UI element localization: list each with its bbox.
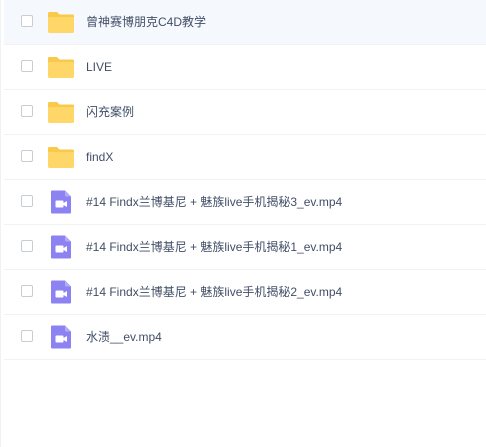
file-name[interactable]: #14 Findx兰博基尼 + 魅族live手机揭秘1_ev.mp4 <box>86 239 342 255</box>
folder-row[interactable]: findX <box>4 135 486 180</box>
empty-area <box>4 360 486 447</box>
row-checkbox[interactable] <box>21 15 33 27</box>
video-file-icon <box>47 190 75 214</box>
row-checkbox[interactable] <box>21 330 33 342</box>
file-row[interactable]: #14 Findx兰博基尼 + 魅族live手机揭秘1_ev.mp4 <box>4 225 486 270</box>
file-name[interactable]: 水渍__ev.mp4 <box>86 329 162 345</box>
file-name[interactable]: #14 Findx兰博基尼 + 魅族live手机揭秘2_ev.mp4 <box>86 284 342 300</box>
row-checkbox[interactable] <box>21 150 33 162</box>
video-file-icon <box>47 235 75 259</box>
row-checkbox[interactable] <box>21 285 33 297</box>
file-panel: 曾神赛博朋克C4D教学 LIVE 闪充案例 findX #14 Findx兰博基… <box>0 0 486 447</box>
folder-icon <box>47 55 75 79</box>
file-name[interactable]: 闪充案例 <box>86 104 134 120</box>
file-list: 曾神赛博朋克C4D教学 LIVE 闪充案例 findX #14 Findx兰博基… <box>4 0 486 360</box>
folder-icon <box>47 100 75 124</box>
file-row[interactable]: #14 Findx兰博基尼 + 魅族live手机揭秘3_ev.mp4 <box>4 180 486 225</box>
file-row[interactable]: 水渍__ev.mp4 <box>4 315 486 360</box>
file-name[interactable]: #14 Findx兰博基尼 + 魅族live手机揭秘3_ev.mp4 <box>86 194 342 210</box>
video-file-icon <box>47 325 75 349</box>
folder-icon <box>47 145 75 169</box>
file-row[interactable]: #14 Findx兰博基尼 + 魅族live手机揭秘2_ev.mp4 <box>4 270 486 315</box>
folder-row[interactable]: 闪充案例 <box>4 90 486 135</box>
file-name[interactable]: LIVE <box>86 59 112 75</box>
file-name[interactable]: findX <box>86 149 113 165</box>
row-checkbox[interactable] <box>21 195 33 207</box>
folder-row[interactable]: 曾神赛博朋克C4D教学 <box>4 0 486 45</box>
folder-icon <box>47 10 75 34</box>
row-checkbox[interactable] <box>21 240 33 252</box>
row-checkbox[interactable] <box>21 105 33 117</box>
video-file-icon <box>47 280 75 304</box>
folder-row[interactable]: LIVE <box>4 45 486 90</box>
file-name[interactable]: 曾神赛博朋克C4D教学 <box>86 14 206 30</box>
row-checkbox[interactable] <box>21 60 33 72</box>
